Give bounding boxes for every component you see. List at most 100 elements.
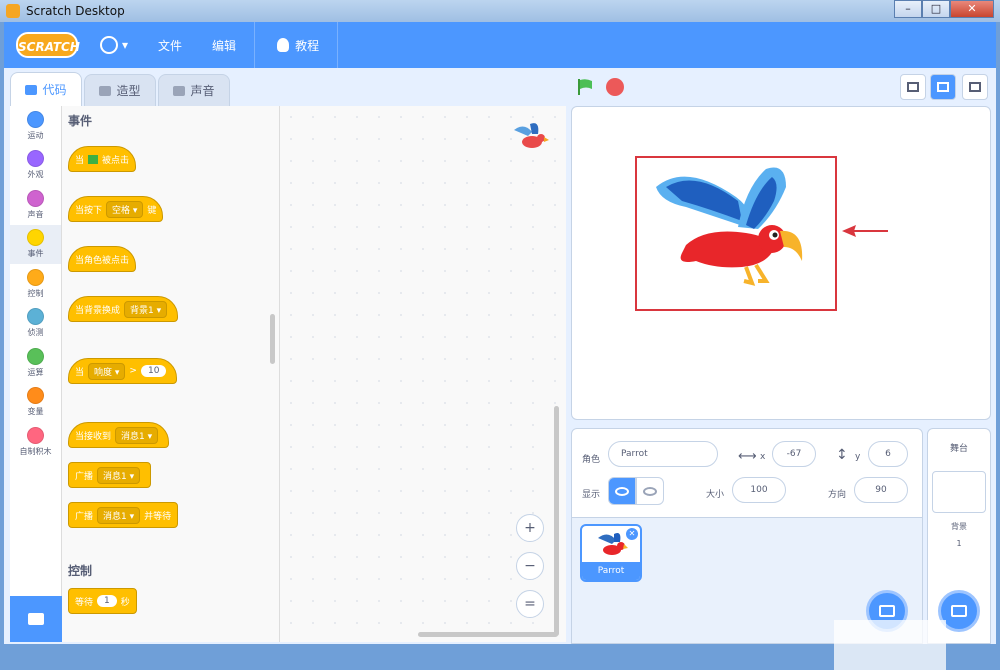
sensor-dropdown[interactable]: 响度 ▾ (88, 362, 126, 380)
category-dot-icon (27, 308, 44, 326)
block-when-loudness[interactable]: 当 响度 ▾ > 10 (68, 358, 178, 384)
block-text: 当 (75, 155, 85, 166)
message-dropdown[interactable]: 消息1 ▾ (97, 506, 141, 524)
palette-scrollbar[interactable] (270, 314, 275, 364)
zoom-in-button[interactable]: + (516, 514, 544, 542)
block-text: 当背景换成 (75, 305, 121, 316)
maximize-button[interactable]: □ (922, 0, 950, 18)
minimize-button[interactable]: – (894, 0, 922, 18)
block-when-receive[interactable]: 当接收到 消息1 ▾ (68, 422, 170, 448)
fullscreen-button[interactable] (962, 74, 988, 100)
size-label: 大小 (706, 490, 725, 500)
block-when-key-pressed[interactable]: 当按下 空格 ▾ 键 (68, 196, 164, 222)
editor-tabs: 代码 造型 声音 (10, 72, 232, 106)
block-text: 广播 (75, 511, 94, 522)
scratch-logo[interactable]: SCRATCH (16, 32, 80, 58)
message-dropdown[interactable]: 消息1 ▾ (97, 466, 141, 484)
category-my-blocks[interactable]: 自制积木 (10, 422, 61, 462)
block-when-backdrop-switches[interactable]: 当背景换成 背景1 ▾ (68, 296, 179, 322)
menu-bar: SCRATCH ▾ 文件 编辑 教程 (4, 22, 996, 68)
category-dot-icon (27, 229, 44, 247)
eye-slash-icon (643, 486, 657, 496)
file-menu[interactable]: 文件 (150, 22, 190, 68)
threshold-input[interactable]: 10 (140, 365, 167, 377)
small-stage-button[interactable] (900, 74, 926, 100)
add-extension-button[interactable] (10, 596, 62, 642)
size-input[interactable]: 100 (732, 477, 786, 503)
tutorials-menu[interactable]: 教程 (269, 22, 327, 68)
message-dropdown[interactable]: 消息1 ▾ (115, 426, 159, 444)
extension-icon (28, 613, 44, 625)
block-text: 被点击 (102, 155, 130, 166)
small-stage-icon (907, 82, 919, 92)
category-dot-icon (27, 426, 44, 444)
delete-sprite-icon[interactable]: ✕ (626, 528, 638, 540)
block-text: 秒 (120, 597, 130, 608)
key-dropdown[interactable]: 空格 ▾ (106, 200, 144, 218)
category-label: 运算 (27, 367, 44, 377)
x-position-input[interactable]: -67 (772, 441, 816, 467)
category-variables[interactable]: 变量 (10, 383, 61, 423)
dropdown-value: 空格 (112, 205, 131, 216)
category-looks[interactable]: 外观 (10, 146, 61, 186)
dropdown-value: 消息1 (121, 431, 145, 442)
category-motion[interactable]: 运动 (10, 106, 61, 146)
stage-canvas[interactable] (571, 106, 991, 420)
script-horizontal-scrollbar[interactable] (418, 632, 558, 637)
tab-sounds[interactable]: 声音 (158, 74, 230, 106)
palette-section-title: 控制 (68, 564, 93, 578)
category-menu: 运动 外观 声音 事件 控制 侦测 运算 变量 自制积木 (10, 106, 62, 596)
tab-costumes[interactable]: 造型 (84, 74, 156, 106)
block-broadcast-and-wait[interactable]: 广播 消息1 ▾ 并等待 (68, 502, 179, 528)
block-broadcast[interactable]: 广播 消息1 ▾ (68, 462, 152, 488)
backdrop-dropdown[interactable]: 背景1 ▾ (124, 300, 168, 318)
y-position-input[interactable]: 6 (868, 441, 908, 467)
show-sprite-button[interactable] (608, 477, 636, 505)
category-label: 自制积木 (19, 446, 52, 456)
close-button[interactable]: ✕ (950, 0, 994, 18)
direction-label: 方向 (828, 490, 847, 500)
language-menu[interactable]: ▾ (92, 22, 136, 68)
green-flag-button[interactable] (576, 78, 594, 96)
tab-code[interactable]: 代码 (10, 72, 82, 106)
edit-menu[interactable]: 编辑 (204, 22, 244, 68)
category-control[interactable]: 控制 (10, 264, 61, 304)
stage-thumbnail[interactable] (932, 471, 986, 513)
block-text: 当角色被点击 (75, 255, 130, 266)
script-area[interactable]: + − = (280, 106, 566, 642)
editor-area: 代码 造型 声音 运动 外观 声音 事件 控制 侦测 运算 变量 自制积木 事件… (4, 68, 996, 670)
large-stage-button[interactable] (930, 74, 956, 100)
zoom-out-button[interactable]: − (516, 552, 544, 580)
current-sprite-icon (514, 123, 549, 148)
window-title: Scratch Desktop (26, 4, 125, 18)
script-vertical-scrollbar[interactable] (554, 406, 559, 636)
x-label: x (760, 452, 766, 462)
window-controls: – □ ✕ (894, 0, 994, 18)
backdrops-count: 1 (956, 539, 962, 548)
tab-sounds-label: 声音 (190, 84, 215, 98)
hide-sprite-button[interactable] (636, 477, 664, 505)
brush-icon (99, 85, 112, 96)
category-label: 运动 (27, 130, 44, 140)
seconds-input[interactable]: 1 (97, 595, 117, 607)
block-text: 等待 (75, 597, 94, 608)
stop-button[interactable] (606, 78, 624, 96)
block-wait-seconds[interactable]: 等待 1 秒 (68, 588, 137, 614)
menu-divider (337, 22, 339, 68)
direction-input[interactable]: 90 (854, 477, 908, 503)
block-when-sprite-clicked[interactable]: 当角色被点击 (68, 246, 137, 272)
category-sensing[interactable]: 侦测 (10, 304, 61, 344)
category-dot-icon (27, 387, 44, 405)
zoom-reset-button[interactable]: = (516, 590, 544, 618)
sprite-name-input[interactable]: Parrot (608, 441, 718, 467)
category-operators[interactable]: 运算 (10, 343, 61, 383)
category-sound[interactable]: 声音 (10, 185, 61, 225)
category-events[interactable]: 事件 (10, 224, 61, 264)
backdrops-label: 背景 (951, 522, 967, 531)
watermark-overlay (834, 620, 946, 670)
chevron-down-icon: ▾ (122, 38, 129, 52)
block-when-flag-clicked[interactable]: 当 被点击 (68, 146, 137, 172)
vertical-arrows-icon: ↕ (836, 447, 848, 463)
sprite-tile-parrot[interactable]: ✕ Parrot (580, 524, 642, 582)
block-text: 并等待 (144, 511, 172, 522)
